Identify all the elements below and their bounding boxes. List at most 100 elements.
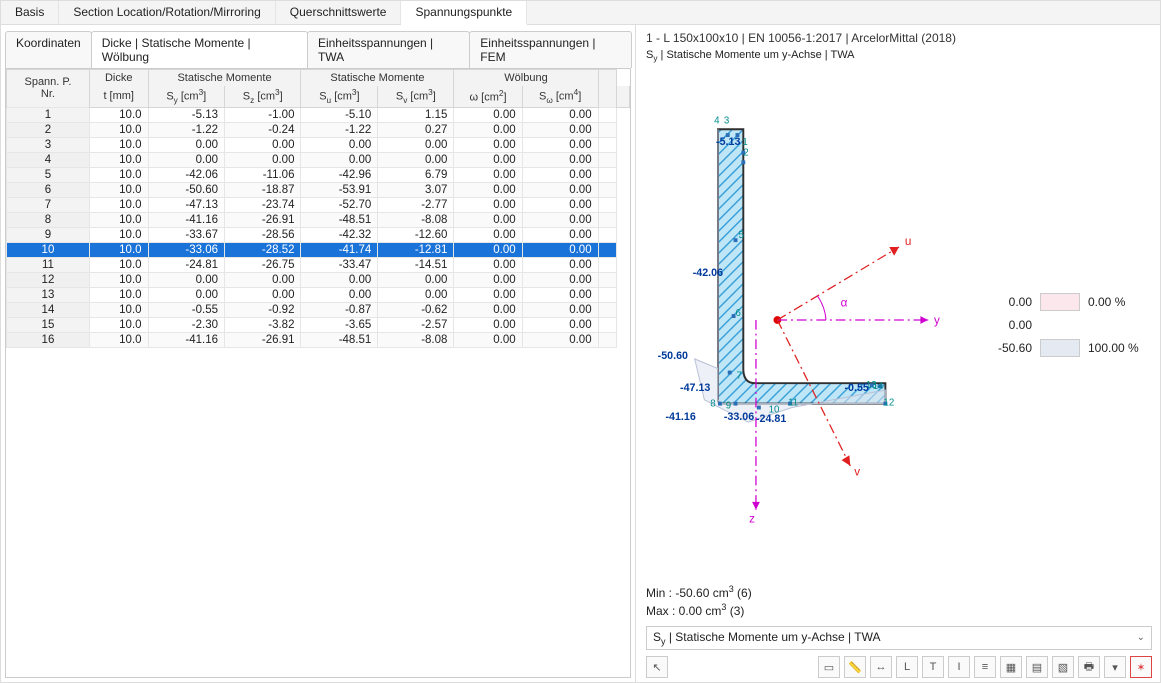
table-cell: 0.00 (454, 302, 522, 317)
table-cell: -11.06 (225, 167, 301, 182)
table-cell: 0.00 (225, 272, 301, 287)
table-row[interactable]: 110.0-5.13-1.00-5.101.150.000.00 (7, 107, 630, 122)
beam-icon[interactable]: I (948, 656, 970, 678)
ok-icon[interactable]: ✶ (1130, 656, 1152, 678)
table-cell: 0.00 (522, 167, 598, 182)
table-row[interactable]: 310.00.000.000.000.000.000.00 (7, 137, 630, 152)
svg-text:7: 7 (736, 370, 741, 381)
table-cell: 0.00 (522, 212, 598, 227)
top-tab-0[interactable]: Basis (1, 1, 59, 24)
sub-tab-0[interactable]: Koordinaten (5, 31, 92, 68)
top-tab-2[interactable]: Querschnittswerte (276, 1, 402, 24)
table-cell: -8.08 (378, 212, 454, 227)
crop-icon[interactable]: ▭ (818, 656, 840, 678)
table-row[interactable]: 1410.0-0.55-0.92-0.87-0.620.000.00 (7, 302, 630, 317)
table-row[interactable]: 1310.00.000.000.000.000.000.00 (7, 287, 630, 302)
viewport-toolbar: ↖ ▭ 📏 ↔ L T I ≡ ▦ ▤ ▧ 🖶 ▾ ✶ (646, 656, 1152, 678)
sub-tab-2[interactable]: Einheitsspannungen | TWA (307, 31, 470, 68)
table-cell: -0.87 (301, 302, 378, 317)
table-cell: 0.00 (522, 137, 598, 152)
table-row[interactable]: 1610.0-41.16-26.91-48.51-8.080.000.00 (7, 332, 630, 347)
table-row[interactable]: 910.0-33.67-28.56-42.32-12.600.000.00 (7, 227, 630, 242)
table-row[interactable]: 1110.0-24.81-26.75-33.47-14.510.000.00 (7, 257, 630, 272)
table-cell: -33.06 (148, 242, 224, 257)
svg-text:2: 2 (743, 147, 748, 158)
ruler-icon[interactable]: 📏 (844, 656, 866, 678)
table-row[interactable]: 210.0-1.22-0.24-1.220.270.000.00 (7, 122, 630, 137)
section-t-icon[interactable]: T (922, 656, 944, 678)
app-window: BasisSection Location/Rotation/Mirroring… (0, 0, 1161, 683)
table-cell: 10.0 (89, 302, 148, 317)
table-row[interactable]: 610.0-50.60-18.87-53.913.070.000.00 (7, 182, 630, 197)
table-cell: 0.00 (454, 197, 522, 212)
table-cell: -52.70 (301, 197, 378, 212)
table-cell: 9 (7, 227, 90, 242)
table-cell: -50.60 (148, 182, 224, 197)
viewport-title: 1 - L 150x100x10 | EN 10056-1:2017 | Arc… (646, 31, 1152, 47)
table-cell: -3.65 (301, 317, 378, 332)
table-cell: -0.92 (225, 302, 301, 317)
table-row[interactable]: 1210.00.000.000.000.000.000.00 (7, 272, 630, 287)
svg-text:-5.13: -5.13 (716, 136, 740, 148)
table-cell: 7 (7, 197, 90, 212)
table-cell: 0.00 (522, 257, 598, 272)
table-cell: -41.74 (301, 242, 378, 257)
group-header: Statische Momente (301, 70, 454, 87)
table-row[interactable]: 710.0-47.13-23.74-52.70-2.770.000.00 (7, 197, 630, 212)
table-cell: 0.27 (378, 122, 454, 137)
group-header: Statische Momente (148, 70, 301, 87)
swatch-icon[interactable]: ▧ (1052, 656, 1074, 678)
table-cell: 1 (7, 107, 90, 122)
sub-header: ω [cm2] (454, 86, 522, 107)
group-header: Spann. P.Nr. (7, 70, 90, 108)
table-row[interactable]: 810.0-41.16-26.91-48.51-8.080.000.00 (7, 212, 630, 227)
table-cell: 0.00 (522, 152, 598, 167)
table-cell: -5.10 (301, 107, 378, 122)
table-cell: -0.62 (378, 302, 454, 317)
table-cell: 0.00 (522, 272, 598, 287)
table-cell: -18.87 (225, 182, 301, 197)
top-tabs: BasisSection Location/Rotation/Mirroring… (1, 1, 1160, 25)
table-cell: -26.91 (225, 212, 301, 227)
value-labels: -5.13-42.06-50.60-47.13-41.16-33.06-24.8… (658, 136, 869, 425)
table-cell: 0.00 (225, 137, 301, 152)
stat-max: Max : 0.00 cm3 (3) (646, 602, 1152, 620)
legend-row: -50.60100.00 % (982, 339, 1148, 357)
print-icon[interactable]: 🖶 (1078, 656, 1100, 678)
sub-tab-1[interactable]: Dicke | Statische Momente | Wölbung (91, 31, 308, 68)
quantity-selector[interactable]: Sy | Statische Momente um y-Achse | TWA … (646, 626, 1152, 650)
table-icon[interactable]: ▤ (1026, 656, 1048, 678)
table-cell: 10.0 (89, 257, 148, 272)
table-cell: 0.00 (454, 122, 522, 137)
table-cell: 0.00 (378, 152, 454, 167)
top-tab-1[interactable]: Section Location/Rotation/Mirroring (59, 1, 275, 24)
grid-table[interactable]: Spann. P.Nr.DickeStatische MomenteStatis… (6, 69, 630, 348)
sub-tab-3[interactable]: Einheitsspannungen | FEM (469, 31, 632, 68)
table-cell: 10.0 (89, 242, 148, 257)
table-cell: -48.51 (301, 332, 378, 347)
dim-icon[interactable]: ↔ (870, 656, 892, 678)
table-cell: 0.00 (301, 152, 378, 167)
data-grid[interactable]: Spann. P.Nr.DickeStatische MomenteStatis… (5, 68, 631, 678)
table-row[interactable]: 1510.0-2.30-3.82-3.65-2.570.000.00 (7, 317, 630, 332)
table-cell: 2 (7, 122, 90, 137)
cursor-icon[interactable]: ↖ (646, 656, 668, 678)
grid-icon[interactable]: ▦ (1000, 656, 1022, 678)
sub-header: t [mm] (89, 86, 148, 107)
main-area: KoordinatenDicke | Statische Momente | W… (1, 25, 1160, 682)
list-icon[interactable]: ≡ (974, 656, 996, 678)
table-row[interactable]: 510.0-42.06-11.06-42.966.790.000.00 (7, 167, 630, 182)
top-tab-3[interactable]: Spannungspunkte (401, 1, 527, 25)
gear-icon[interactable]: ▾ (1104, 656, 1126, 678)
table-row[interactable]: 410.00.000.000.000.000.000.00 (7, 152, 630, 167)
table-cell: 10.0 (89, 152, 148, 167)
table-cell: -28.56 (225, 227, 301, 242)
axis-u-label: u (905, 235, 911, 248)
svg-text:6: 6 (736, 308, 741, 319)
section-viewport[interactable]: y z u v α (646, 69, 1152, 581)
table-cell: -42.06 (148, 167, 224, 182)
section-outline (718, 129, 885, 403)
table-row[interactable]: 1010.0-33.06-28.52-41.74-12.810.000.00 (7, 242, 630, 257)
section-l-icon[interactable]: L (896, 656, 918, 678)
table-cell: 14 (7, 302, 90, 317)
